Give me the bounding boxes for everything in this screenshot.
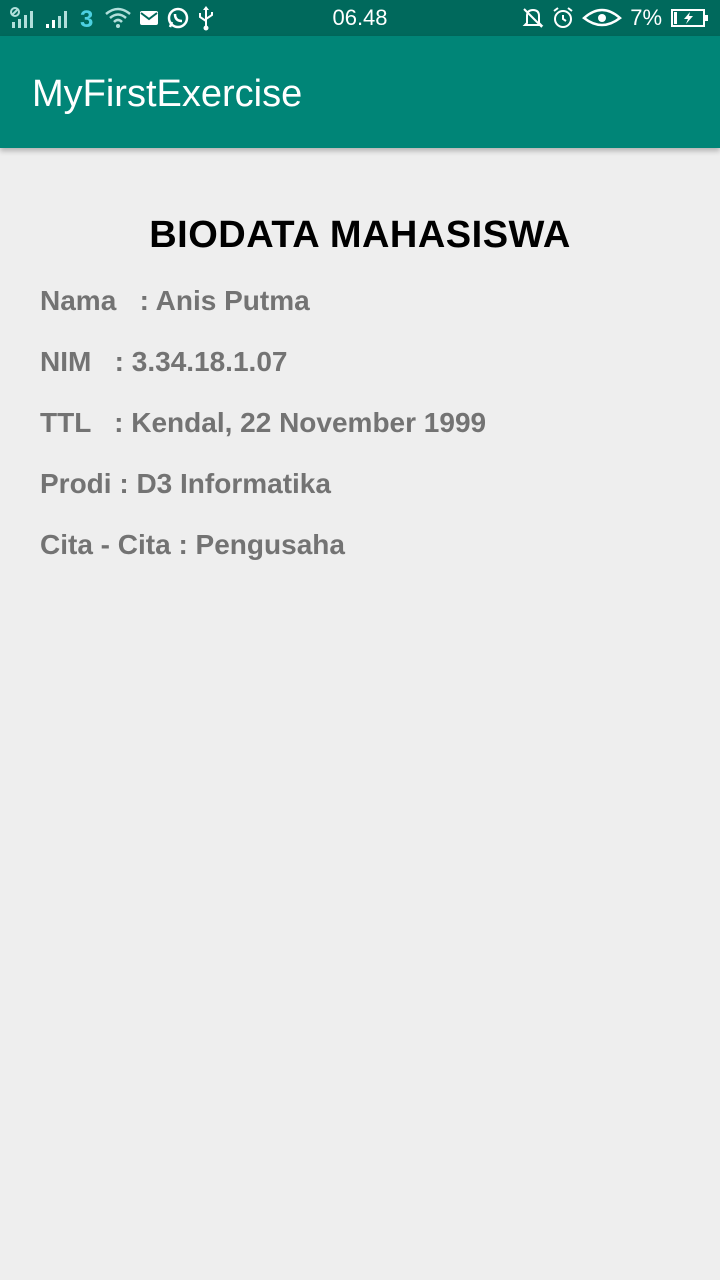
alarm-icon (552, 6, 574, 30)
bio-row-nim: NIM : 3.34.18.1.07 (40, 346, 288, 377)
status-icons-right: 7% (522, 4, 710, 32)
bio-row-nama: Nama : Anis Putma (40, 285, 310, 316)
bio-row-prodi: Prodi : D3 Informatika (40, 468, 331, 499)
page-heading: BIODATA MAHASISWA (149, 214, 571, 256)
app-title: MyFirstExercise (32, 73, 303, 115)
bio-row-ttl: TTL : Kendal, 22 November 1999 (40, 407, 487, 438)
battery-percent: 7% (630, 5, 662, 30)
status-bar: 3 06.48 7% (0, 0, 720, 36)
app-bar: MyFirstExercise (0, 36, 720, 148)
notifications-off-icon (522, 6, 544, 30)
main-content: BIODATA MAHASISWA Nama : Anis Putma NIM … (0, 148, 720, 1280)
eye-icon (582, 6, 623, 30)
battery-charging-icon (670, 7, 710, 29)
bio-row-cita-cita: Cita - Cita : Pengusaha (40, 529, 345, 560)
